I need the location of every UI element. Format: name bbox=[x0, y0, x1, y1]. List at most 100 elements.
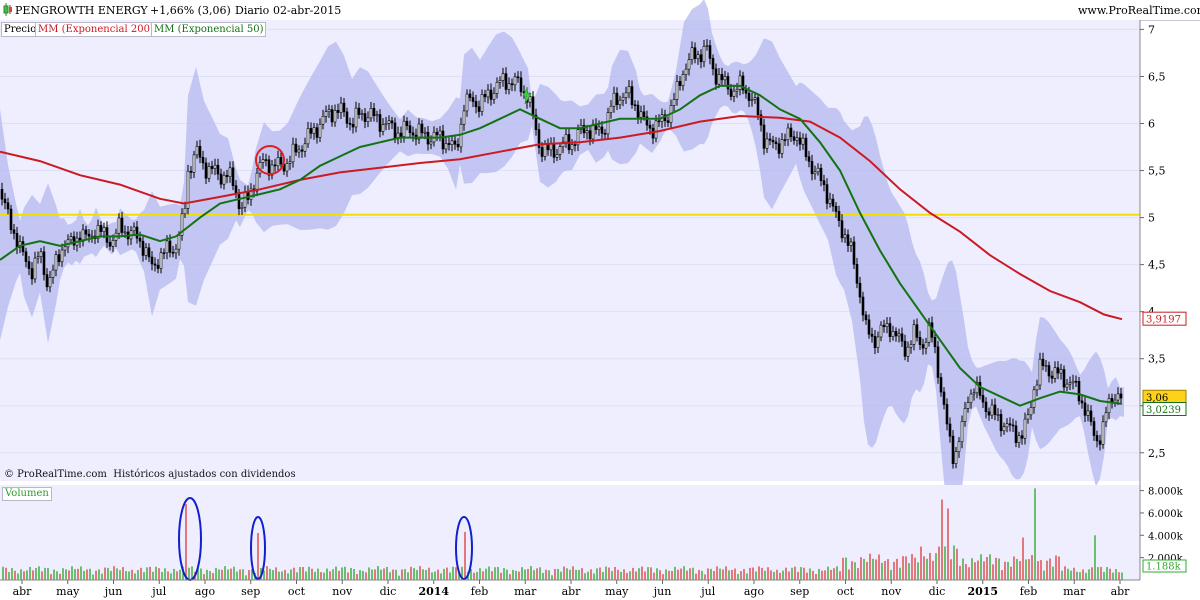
candle-body bbox=[783, 139, 787, 141]
legend-volume[interactable]: Volumen bbox=[2, 487, 52, 501]
y-tick-label: 3,5 bbox=[1148, 353, 1166, 366]
candle-body bbox=[405, 120, 409, 127]
candle-body bbox=[633, 104, 637, 107]
candle-body bbox=[438, 130, 442, 136]
candle-body bbox=[780, 139, 784, 154]
candle-body bbox=[279, 157, 283, 165]
candle-body bbox=[447, 143, 451, 145]
candle-body bbox=[894, 331, 898, 337]
candle-body bbox=[873, 336, 877, 348]
candle-body bbox=[903, 340, 907, 357]
x-tick-label: ago bbox=[744, 585, 765, 598]
legend-ma50[interactable]: MM (Exponencial 50) bbox=[151, 22, 267, 37]
candle-body bbox=[885, 323, 889, 328]
candle-body bbox=[273, 164, 277, 167]
candle-body bbox=[810, 161, 814, 175]
y-tick-label: 5,5 bbox=[1148, 165, 1166, 178]
candle-body bbox=[159, 252, 163, 269]
candle-body bbox=[453, 140, 457, 145]
candle-body bbox=[984, 401, 988, 413]
candle-body bbox=[855, 264, 859, 284]
candle-body bbox=[309, 128, 313, 134]
candle-body bbox=[588, 130, 592, 140]
candle-body bbox=[996, 414, 1000, 416]
candle-body bbox=[870, 333, 874, 337]
candle-body bbox=[441, 130, 445, 150]
candle-body bbox=[1074, 380, 1078, 383]
candle-body bbox=[1116, 393, 1120, 401]
candle-body bbox=[879, 324, 883, 338]
candle-body bbox=[555, 154, 559, 158]
candle-body bbox=[471, 97, 475, 102]
candle-body bbox=[228, 167, 232, 177]
candle-body bbox=[618, 99, 622, 106]
candle-body bbox=[1080, 400, 1084, 404]
candle-body bbox=[612, 92, 616, 107]
candle-body bbox=[978, 381, 982, 396]
candle-body bbox=[1041, 358, 1045, 366]
candle-body bbox=[69, 236, 73, 241]
candle-body bbox=[960, 421, 964, 443]
candle-body bbox=[327, 109, 331, 112]
candle-body bbox=[942, 391, 946, 405]
candle-body bbox=[507, 83, 511, 90]
candle-body bbox=[624, 92, 628, 98]
candle-body bbox=[1086, 410, 1090, 416]
legend-price[interactable]: Precio bbox=[1, 22, 40, 37]
candle-body bbox=[225, 174, 229, 177]
candle-body bbox=[1053, 367, 1057, 379]
volume-tick-label: 4.000k bbox=[1148, 531, 1184, 542]
candle-body bbox=[747, 92, 751, 101]
candle-body bbox=[348, 122, 352, 125]
candle-body bbox=[891, 331, 895, 337]
candle-body bbox=[183, 208, 187, 215]
candle-body bbox=[1119, 393, 1123, 399]
candle-body bbox=[1032, 389, 1036, 408]
candle-body bbox=[963, 408, 967, 422]
candle-body bbox=[102, 227, 106, 232]
candle-body bbox=[909, 344, 913, 348]
candle-body bbox=[153, 263, 157, 266]
candle-body bbox=[231, 167, 235, 186]
candle-body bbox=[189, 170, 193, 173]
candle-body bbox=[300, 149, 304, 152]
candle-body bbox=[303, 143, 307, 152]
candle-body bbox=[360, 113, 364, 115]
candle-body bbox=[45, 274, 49, 288]
candle-body bbox=[882, 324, 886, 328]
x-tick-label: jun bbox=[652, 585, 672, 598]
candle-body bbox=[543, 143, 547, 157]
candle-body bbox=[162, 252, 166, 255]
candle-body bbox=[972, 392, 976, 395]
volume-panel-bg bbox=[0, 485, 1140, 580]
candle-body bbox=[564, 134, 568, 143]
candle-body bbox=[723, 76, 727, 81]
candle-body bbox=[342, 102, 346, 113]
candle-body bbox=[117, 217, 121, 234]
candle-body bbox=[1101, 421, 1105, 445]
candle-body bbox=[786, 127, 790, 140]
candle-body bbox=[540, 147, 544, 157]
candle-body bbox=[261, 159, 265, 163]
legend-ma200[interactable]: MM (Exponencial 200) bbox=[35, 22, 157, 37]
candle-body bbox=[87, 233, 91, 237]
candle-body bbox=[483, 94, 487, 98]
candle-body bbox=[120, 217, 124, 233]
candle-body bbox=[1020, 435, 1024, 439]
candle-body bbox=[789, 127, 793, 138]
x-tick-label: 2014 bbox=[418, 585, 449, 598]
candle-body bbox=[1038, 358, 1042, 386]
candle-body bbox=[168, 240, 172, 253]
candle-body bbox=[465, 93, 469, 112]
candle-body bbox=[144, 247, 148, 256]
price-chart[interactable]: 2,533,544,555,566,573,91973,063,02392.00… bbox=[0, 0, 1200, 600]
candle-body bbox=[792, 136, 796, 141]
candle-body bbox=[480, 94, 484, 112]
candle-body bbox=[621, 97, 625, 101]
candle-body bbox=[684, 68, 688, 75]
candle-body bbox=[591, 124, 595, 140]
candle-body bbox=[573, 144, 577, 146]
candle-body bbox=[558, 146, 562, 155]
candle-body bbox=[852, 241, 856, 265]
candle-body bbox=[324, 111, 328, 117]
